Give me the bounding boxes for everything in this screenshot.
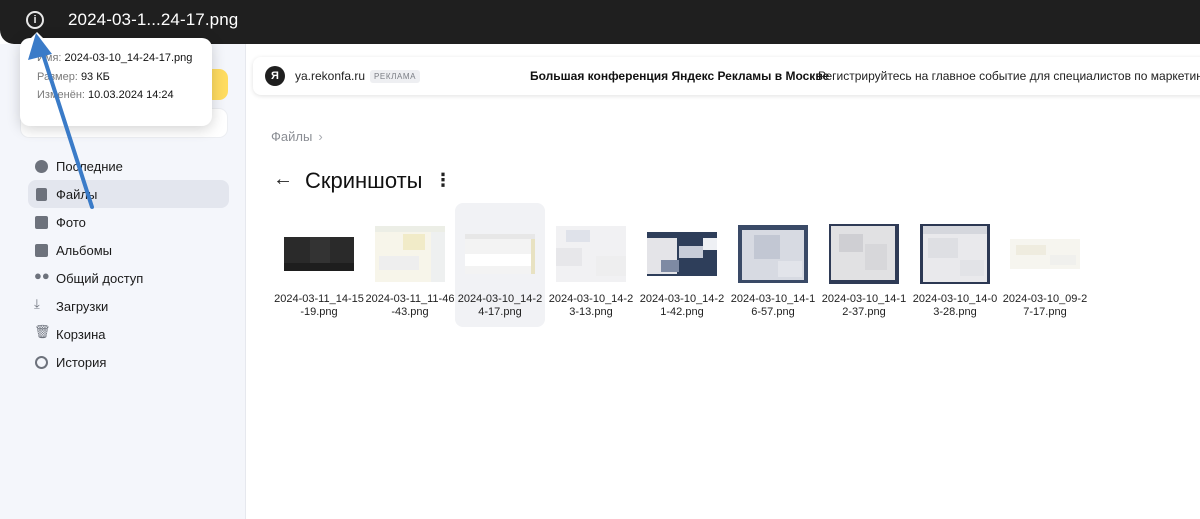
file-thumbnail bbox=[556, 224, 626, 284]
file-name: 2024-03-10_14-24-17.png bbox=[457, 293, 543, 318]
shared-icon: ●● bbox=[34, 268, 50, 283]
tooltip-arrow bbox=[30, 32, 44, 39]
file-thumbnail bbox=[738, 224, 808, 284]
sidebar-item-label: Загрузки bbox=[56, 298, 109, 314]
history-icon bbox=[35, 356, 48, 369]
file-name: 2024-03-11_14-15-19.png bbox=[274, 293, 364, 318]
sidebar-item-label: Альбомы bbox=[56, 242, 112, 258]
file-title: 2024-03-1...24-17.png bbox=[68, 10, 239, 29]
breadcrumb: Файлы › bbox=[271, 129, 323, 144]
file-name: 2024-03-10_09-27-17.png bbox=[1002, 293, 1088, 318]
sidebar-item-downloads[interactable]: ⤓ Загрузки bbox=[28, 292, 229, 320]
file-item[interactable]: 2024-03-11_11-46-43.png bbox=[365, 203, 455, 327]
sidebar-item-photo[interactable]: Фото bbox=[28, 208, 229, 236]
sidebar-item-shared[interactable]: ●● Общий доступ bbox=[28, 264, 229, 292]
ad-description: Регистрируйтесь на главное событие для с… bbox=[818, 69, 1200, 83]
yandex-logo-icon: Я bbox=[265, 66, 285, 86]
file-grid: 2024-03-11_14-15-19.png 2024-03-11_11-46… bbox=[274, 203, 1200, 333]
file-thumbnail bbox=[920, 224, 990, 284]
tooltip-size-row: Размер: 93 КБ bbox=[37, 70, 110, 83]
file-item[interactable]: 2024-03-10_14-03-28.png bbox=[910, 203, 1000, 327]
sidebar-item-label: Файлы bbox=[56, 186, 98, 202]
file-item[interactable]: 2024-03-10_14-24-17.png bbox=[455, 203, 545, 327]
file-thumbnail bbox=[465, 224, 535, 284]
file-thumbnail bbox=[647, 224, 717, 284]
sidebar-item-history[interactable]: История bbox=[28, 348, 229, 376]
download-icon: ⤓ bbox=[34, 296, 40, 311]
file-thumbnail bbox=[1010, 224, 1080, 284]
file-name: 2024-03-10_14-21-42.png bbox=[639, 293, 725, 318]
file-name: 2024-03-11_11-46-43.png bbox=[365, 293, 455, 318]
tooltip-name-row: Имя: 2024-03-10_14-24-17.png bbox=[37, 52, 193, 64]
sidebar-item-albums[interactable]: Альбомы bbox=[28, 236, 229, 264]
album-icon bbox=[35, 244, 48, 257]
photo-icon bbox=[35, 216, 48, 229]
clock-icon bbox=[35, 160, 48, 173]
sidebar-item-label: Корзина bbox=[56, 326, 106, 342]
sidebar-item-files[interactable]: Файлы bbox=[28, 180, 229, 208]
sidebar-item-label: Фото bbox=[56, 214, 86, 230]
file-name: 2024-03-10_14-16-57.png bbox=[730, 293, 816, 318]
sidebar-item-label: Последние bbox=[56, 158, 123, 174]
breadcrumb-files[interactable]: Файлы bbox=[271, 129, 312, 144]
sidebar-item-label: История bbox=[56, 354, 107, 370]
file-item[interactable]: 2024-03-11_14-15-19.png bbox=[274, 203, 364, 327]
file-icon bbox=[36, 188, 47, 201]
file-name: 2024-03-10_14-12-37.png bbox=[821, 293, 907, 318]
file-name: 2024-03-10_14-23-13.png bbox=[548, 293, 634, 318]
back-arrow-icon[interactable]: ← bbox=[273, 169, 293, 189]
file-thumbnail bbox=[284, 224, 354, 284]
tooltip-modified-row: Изменён: 10.03.2024 14:24 bbox=[37, 89, 174, 101]
page-title: Скриншоты bbox=[305, 168, 423, 193]
info-icon[interactable]: i bbox=[26, 11, 44, 29]
file-name: 2024-03-10_14-03-28.png bbox=[912, 293, 998, 318]
file-item[interactable]: 2024-03-10_14-23-13.png bbox=[546, 203, 636, 327]
trash-icon: 🗑 bbox=[34, 324, 51, 339]
sidebar-item-trash[interactable]: 🗑 Корзина bbox=[28, 320, 229, 348]
file-thumbnail bbox=[375, 224, 445, 284]
ad-headline: Большая конференция Яндекс Рекламы в Мос… bbox=[530, 69, 830, 83]
file-item[interactable]: 2024-03-10_14-16-57.png bbox=[728, 203, 818, 327]
ad-domain: ya.rekonfa.ru bbox=[295, 69, 366, 83]
file-item[interactable]: 2024-03-10_09-27-17.png bbox=[1000, 203, 1090, 327]
file-item[interactable]: 2024-03-10_14-21-42.png bbox=[637, 203, 727, 327]
sidebar-item-label: Общий доступ bbox=[56, 270, 144, 286]
ad-banner[interactable]: Я ya.rekonfa.ru РЕКЛАМА Большая конферен… bbox=[253, 57, 1200, 95]
breadcrumb-separator: › bbox=[318, 129, 323, 144]
sidebar-item-recent[interactable]: Последние bbox=[28, 152, 229, 180]
more-menu-icon[interactable]: ⋮ bbox=[434, 171, 452, 189]
file-item[interactable]: 2024-03-10_14-12-37.png bbox=[819, 203, 909, 327]
file-info-tooltip: Имя: 2024-03-10_14-24-17.png Размер: 93 … bbox=[20, 32, 212, 126]
ad-badge: РЕКЛАМА bbox=[370, 70, 421, 83]
file-thumbnail bbox=[829, 224, 899, 284]
sidebar-nav: Последние Файлы Фото Альбомы ●● Общий до… bbox=[28, 152, 229, 376]
